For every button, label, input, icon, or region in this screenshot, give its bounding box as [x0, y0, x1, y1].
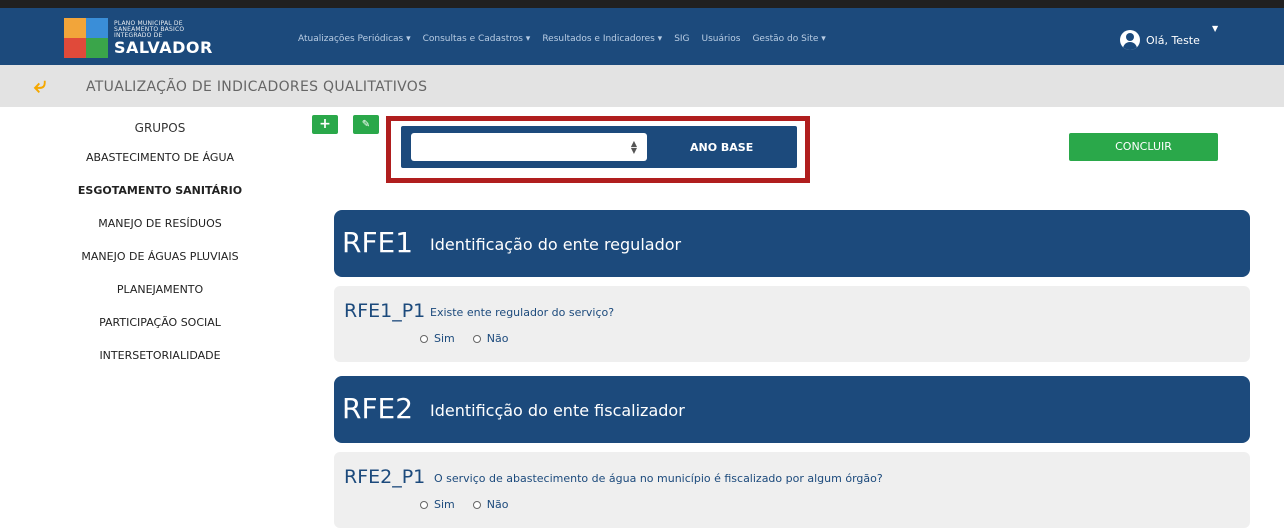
- answer-options: Sim Não: [420, 498, 508, 511]
- section-header-rfe1: RFE1 Identificação do ente regulador: [334, 210, 1250, 277]
- groups-heading: GRUPOS: [134, 121, 186, 135]
- sidebar-item-residuos[interactable]: MANEJO DE RESÍDUOS: [40, 207, 280, 240]
- question-card-rfe2-p1: RFE2_P1 O serviço de abastecimento de ág…: [334, 452, 1250, 528]
- option-nao[interactable]: Não: [472, 498, 509, 511]
- menu-atualizacoes[interactable]: Atualizações Periódicas ▾: [298, 34, 411, 44]
- add-button[interactable]: +: [312, 115, 338, 134]
- user-greeting: Olá, Teste: [1146, 33, 1200, 47]
- logo-city: SALVADOR: [114, 37, 213, 57]
- main-menu: Atualizações Periódicas ▾ Consultas e Ca…: [298, 34, 826, 44]
- user-caret-icon[interactable]: ▼: [1212, 24, 1218, 33]
- logo-small-line-3: INTEGRADO DE: [114, 31, 163, 39]
- option-label: Sim: [434, 332, 455, 345]
- edit-button[interactable]: ✎: [353, 115, 379, 134]
- question-code: RFE2_P1: [344, 466, 426, 488]
- radio-icon[interactable]: [472, 500, 481, 509]
- answer-options: Sim Não: [420, 332, 508, 345]
- sidebar-item-intersetorialidade[interactable]: INTERSETORIALIDADE: [40, 339, 280, 372]
- logo-mark-icon: [64, 18, 108, 58]
- navbar: PLANO MUNICIPAL DE SANEAMENTO BÁSICO INT…: [0, 8, 1284, 65]
- question-text: O serviço de abastecimento de água no mu…: [434, 472, 883, 485]
- page-title: ATUALIZAÇÃO DE INDICADORES QUALITATIVOS: [86, 79, 428, 95]
- menu-consultas[interactable]: Consultas e Cadastros ▾: [423, 34, 531, 44]
- radio-icon[interactable]: [472, 334, 481, 343]
- sidebar-item-planejamento[interactable]: PLANEJAMENTO: [40, 273, 280, 306]
- groups-sidebar: GRUPOS ABASTECIMENTO DE ÁGUA ESGOTAMENTO…: [40, 115, 280, 372]
- window-top-border: [0, 0, 1284, 8]
- question-text: Existe ente regulador do serviço?: [430, 306, 615, 319]
- question-card-rfe1-p1: RFE1_P1 Existe ente regulador do serviço…: [334, 286, 1250, 362]
- question-code: RFE1_P1: [344, 300, 426, 322]
- sidebar-item-esgotamento[interactable]: ESGOTAMENTO SANITÁRIO: [40, 174, 280, 207]
- radio-icon[interactable]: [420, 500, 428, 509]
- option-nao[interactable]: Não: [472, 332, 509, 345]
- sidebar-item-pluviais[interactable]: MANEJO DE ÁGUAS PLUVIAIS: [40, 240, 280, 273]
- conclude-button[interactable]: CONCLUIR: [1069, 133, 1218, 161]
- option-label: Sim: [434, 498, 455, 511]
- year-select[interactable]: ▲ ▼: [411, 133, 647, 161]
- menu-gestao[interactable]: Gestão do Site ▾: [752, 34, 825, 44]
- site-logo[interactable]: PLANO MUNICIPAL DE SANEAMENTO BÁSICO INT…: [64, 18, 213, 58]
- option-sim[interactable]: Sim: [420, 498, 455, 511]
- radio-icon[interactable]: [420, 334, 428, 343]
- back-arrow-icon[interactable]: ⤶: [34, 75, 46, 97]
- user-menu[interactable]: Olá, Teste: [1120, 30, 1200, 50]
- title-bar: ⤶ ATUALIZAÇÃO DE INDICADORES QUALITATIVO…: [0, 65, 1284, 107]
- ano-base-label: ANO BASE: [690, 141, 754, 154]
- user-avatar-icon: [1120, 30, 1140, 50]
- sidebar-item-participacao[interactable]: PARTICIPAÇÃO SOCIAL: [40, 306, 280, 339]
- section-title: Identificção do ente fiscalizador: [430, 401, 685, 420]
- select-updown-icon: ▲ ▼: [630, 139, 637, 155]
- logo-text: PLANO MUNICIPAL DE SANEAMENTO BÁSICO INT…: [114, 20, 213, 57]
- section-title: Identificação do ente regulador: [430, 235, 682, 254]
- section-header-rfe2: RFE2 Identificção do ente fiscalizador: [334, 376, 1250, 443]
- option-label: Não: [486, 332, 509, 345]
- section-code: RFE2: [342, 392, 414, 425]
- menu-resultados[interactable]: Resultados e Indicadores ▾: [542, 34, 662, 44]
- option-label: Não: [486, 498, 509, 511]
- menu-sig[interactable]: SIG: [674, 34, 689, 44]
- option-sim[interactable]: Sim: [420, 332, 455, 345]
- sidebar-item-abastecimento[interactable]: ABASTECIMENTO DE ÁGUA: [40, 141, 280, 174]
- menu-usuarios[interactable]: Usuários: [702, 34, 741, 44]
- section-code: RFE1: [342, 226, 414, 259]
